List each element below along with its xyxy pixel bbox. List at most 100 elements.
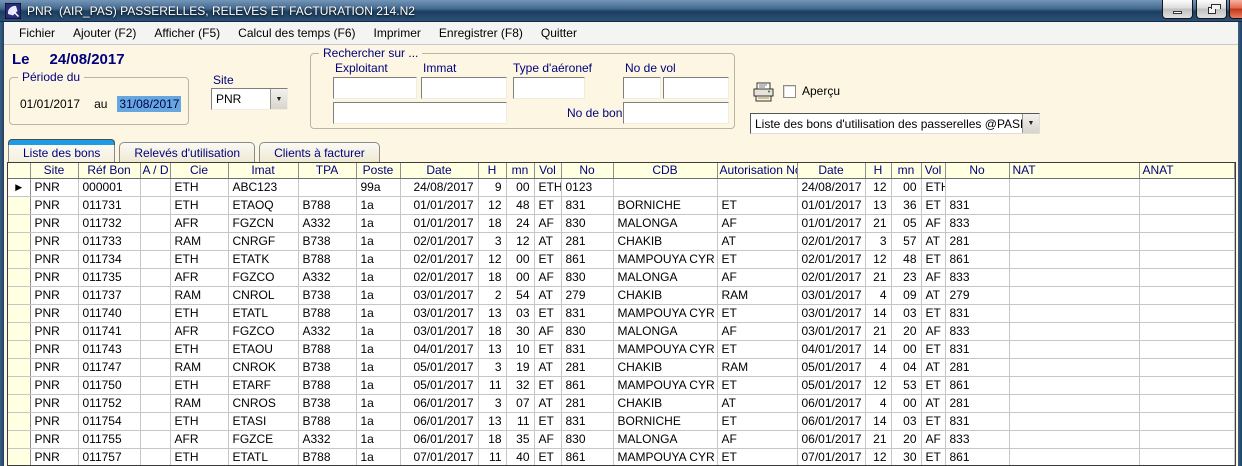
- row-indicator[interactable]: [8, 232, 30, 250]
- cell[interactable]: 281: [561, 232, 613, 250]
- cell[interactable]: B738: [298, 232, 356, 250]
- cell[interactable]: [1139, 286, 1235, 304]
- cell[interactable]: 01/01/2017: [400, 196, 478, 214]
- cell[interactable]: 01/01/2017: [797, 196, 865, 214]
- cell[interactable]: [140, 394, 170, 412]
- cell[interactable]: [1139, 232, 1235, 250]
- cell[interactable]: [140, 376, 170, 394]
- cell[interactable]: 831: [561, 340, 613, 358]
- cell[interactable]: 24/08/2017: [400, 178, 478, 196]
- cell[interactable]: MAMPOUYA CYR: [613, 340, 717, 358]
- no-de-vol-input-2[interactable]: [663, 77, 729, 99]
- cell[interactable]: AF: [717, 322, 797, 340]
- cell[interactable]: PNR: [30, 394, 78, 412]
- cell[interactable]: 279: [561, 286, 613, 304]
- cell[interactable]: 35: [506, 430, 534, 448]
- row-indicator[interactable]: [8, 430, 30, 448]
- cell[interactable]: 011750: [78, 376, 140, 394]
- cell[interactable]: 12: [865, 376, 891, 394]
- site-select[interactable]: PNR ▼: [211, 88, 288, 110]
- row-indicator[interactable]: [8, 286, 30, 304]
- cell[interactable]: 861: [561, 376, 613, 394]
- cell[interactable]: ET: [921, 448, 945, 466]
- cell[interactable]: ETATL: [228, 448, 298, 466]
- cell[interactable]: 03/01/2017: [400, 286, 478, 304]
- cell[interactable]: [140, 448, 170, 466]
- cell[interactable]: 30: [506, 322, 534, 340]
- menu-calcul-des-temps[interactable]: Calcul des temps (F6): [229, 23, 364, 43]
- cell[interactable]: 57: [891, 232, 921, 250]
- cell[interactable]: [140, 430, 170, 448]
- table-row[interactable]: PNR011752RAMCNROSB7381a06/01/2017307AT28…: [8, 394, 1235, 412]
- cell[interactable]: PNR: [30, 232, 78, 250]
- cell[interactable]: 12: [865, 250, 891, 268]
- cell[interactable]: A332: [298, 268, 356, 286]
- cell[interactable]: 1a: [356, 250, 400, 268]
- row-indicator[interactable]: [8, 304, 30, 322]
- cell[interactable]: 281: [945, 394, 1009, 412]
- cell[interactable]: 13: [478, 304, 506, 322]
- cell[interactable]: PNR: [30, 376, 78, 394]
- cell[interactable]: 03/01/2017: [400, 322, 478, 340]
- cell[interactable]: [140, 178, 170, 196]
- cell[interactable]: ET: [921, 250, 945, 268]
- cell[interactable]: 833: [945, 322, 1009, 340]
- cell[interactable]: [1009, 304, 1139, 322]
- cell[interactable]: [613, 178, 717, 196]
- cell[interactable]: 24: [506, 214, 534, 232]
- cell[interactable]: BORNICHE: [613, 412, 717, 430]
- cell[interactable]: 12: [865, 448, 891, 466]
- cell[interactable]: 3: [478, 358, 506, 376]
- table-row[interactable]: PNR011750ETHETARFB7881a05/01/20171132ET8…: [8, 376, 1235, 394]
- cell[interactable]: ET: [717, 304, 797, 322]
- cell[interactable]: B788: [298, 448, 356, 466]
- cell[interactable]: 831: [561, 196, 613, 214]
- cell[interactable]: ETH: [921, 178, 945, 196]
- table-row[interactable]: PNR011755AFRFGZCEA3321a06/01/20171835AF8…: [8, 430, 1235, 448]
- cell[interactable]: 4: [865, 394, 891, 412]
- cell[interactable]: 11: [478, 448, 506, 466]
- cell[interactable]: 12: [506, 232, 534, 250]
- cell[interactable]: AF: [534, 322, 561, 340]
- table-row[interactable]: PNR011757ETHETATLB7881a07/01/20171140ET8…: [8, 448, 1235, 466]
- cell[interactable]: [1009, 286, 1139, 304]
- cell[interactable]: ET: [534, 304, 561, 322]
- cell[interactable]: 12: [478, 196, 506, 214]
- row-indicator[interactable]: [8, 394, 30, 412]
- cell[interactable]: [140, 268, 170, 286]
- cell[interactable]: 02/01/2017: [797, 250, 865, 268]
- cell[interactable]: [1139, 322, 1235, 340]
- cell[interactable]: PNR: [30, 304, 78, 322]
- cell[interactable]: 011737: [78, 286, 140, 304]
- cell[interactable]: ET: [717, 340, 797, 358]
- cell[interactable]: ETH: [170, 304, 228, 322]
- cell[interactable]: 861: [945, 448, 1009, 466]
- cell[interactable]: 1a: [356, 340, 400, 358]
- cell[interactable]: ET: [717, 448, 797, 466]
- cell[interactable]: 3: [478, 394, 506, 412]
- cell[interactable]: AT: [534, 232, 561, 250]
- cell[interactable]: RAM: [170, 232, 228, 250]
- cell[interactable]: B788: [298, 304, 356, 322]
- cell[interactable]: 1a: [356, 376, 400, 394]
- cell[interactable]: 4: [865, 358, 891, 376]
- cell[interactable]: [1139, 412, 1235, 430]
- cell[interactable]: 9: [478, 178, 506, 196]
- table-row[interactable]: PNR011732AFRFGZCNA3321a01/01/20171824AF8…: [8, 214, 1235, 232]
- cell[interactable]: FGZCE: [228, 430, 298, 448]
- cell[interactable]: 13: [478, 340, 506, 358]
- cell[interactable]: RAM: [170, 394, 228, 412]
- cell[interactable]: ETAOQ: [228, 196, 298, 214]
- cell[interactable]: 011735: [78, 268, 140, 286]
- apercu-checkbox[interactable]: [783, 85, 796, 98]
- cell[interactable]: 011734: [78, 250, 140, 268]
- cell[interactable]: AT: [717, 394, 797, 412]
- cell[interactable]: 00: [506, 268, 534, 286]
- cell[interactable]: PNR: [30, 250, 78, 268]
- cell[interactable]: MAMPOUYA CYR: [613, 250, 717, 268]
- cell[interactable]: 831: [561, 304, 613, 322]
- chevron-down-icon[interactable]: ▼: [1022, 114, 1039, 133]
- cell[interactable]: ET: [534, 412, 561, 430]
- cell[interactable]: 00: [506, 250, 534, 268]
- cell[interactable]: 19: [506, 358, 534, 376]
